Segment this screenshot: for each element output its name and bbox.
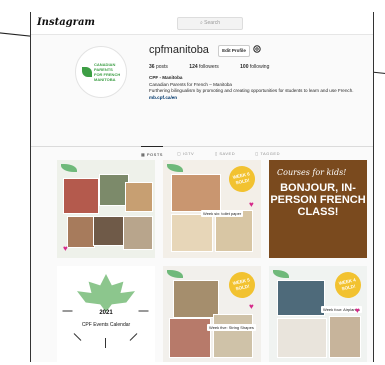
heart-icon: ♥ — [249, 200, 254, 209]
photo — [213, 314, 253, 358]
photo — [171, 174, 221, 212]
profile-bio: CPF - Manitoba Canadian Parents for Fren… — [149, 75, 364, 101]
search-placeholder: Search — [204, 20, 221, 26]
heart-icon: ♥ — [249, 302, 254, 311]
bio-line-1: Canadian Parents for French – Manitoba — [149, 81, 232, 87]
tab-tagged[interactable]: ◻ TAGGED — [255, 151, 280, 156]
post-thumbnail[interactable]: WEEK 4 SOLD! Week four: Airplanes ♥ — [269, 266, 367, 362]
photo — [93, 216, 125, 246]
profile-display-name: CPF - Manitoba — [149, 75, 183, 80]
photo — [123, 216, 153, 250]
bio-line-2: Furthering bilingualism by promoting and… — [149, 88, 354, 94]
heart-icon: ♥ — [63, 244, 68, 253]
clock-tick — [105, 338, 106, 348]
clock-tick — [138, 310, 149, 312]
profile-link[interactable]: mb.cpf.ca/en — [149, 95, 364, 102]
photo — [169, 318, 211, 358]
maple-leaf-icon — [77, 274, 135, 312]
photo — [171, 214, 213, 252]
tab-igtv[interactable]: ▢ IGTV — [177, 151, 194, 156]
photo — [125, 182, 153, 212]
leaf-decoration-icon — [167, 270, 183, 278]
profile-username: cpfmanitoba — [149, 44, 209, 56]
photo — [173, 280, 219, 318]
photo — [277, 318, 327, 358]
post-thumbnail[interactable]: 2021 CPF Events Calendar — [57, 266, 155, 362]
photo — [63, 178, 99, 214]
leaf-decoration-icon — [167, 164, 183, 172]
clock-tick — [73, 333, 82, 341]
post-thumbnail[interactable]: ♥ — [57, 160, 155, 258]
posts-stat: 36 posts — [149, 64, 168, 70]
leaf-decoration-icon — [273, 270, 289, 278]
post-thumbnail[interactable]: Courses for kids! BONJOUR, IN-PERSON FRE… — [269, 160, 367, 258]
week-badge: WEEK 4 SOLD! — [332, 269, 364, 301]
search-input[interactable]: ⌕ Search — [177, 17, 243, 30]
photo — [67, 216, 95, 248]
profile-stats: 36 posts 124 followers 100 following — [149, 64, 289, 70]
post-thumbnail[interactable]: WEEK 5 SOLD! Week five: String Shapes ♥ — [163, 266, 261, 362]
avatar-brand-text: CANADIAN PARENTS FOR FRENCH MANITOBA — [94, 62, 121, 82]
photo — [277, 280, 325, 316]
post-calendar-title: CPF Events Calendar — [81, 322, 131, 328]
post-script-text: Courses for kids! — [277, 168, 347, 177]
clock-tick — [62, 310, 73, 312]
clock-tick — [129, 333, 138, 341]
tab-posts[interactable]: ▦ POSTS — [141, 146, 163, 157]
tab-saved[interactable]: ▯ SAVED — [215, 151, 235, 156]
avatar[interactable]: CANADIAN PARENTS FOR FRENCH MANITOBA — [75, 46, 127, 98]
edit-profile-button[interactable]: Edit Profile — [218, 45, 250, 57]
week-badge: WEEK 5 SOLD! — [226, 269, 258, 301]
gear-icon[interactable] — [252, 44, 262, 54]
post-caption-box: Week six: toilet paper — [201, 210, 244, 217]
profile-tabs: ▦ POSTS ▢ IGTV ▯ SAVED ◻ TAGGED — [31, 146, 373, 159]
instagram-window: Instagram ⌕ Search CANADIAN PARENTS FOR … — [30, 12, 374, 362]
post-thumbnail[interactable]: WEEK 6 SOLD! Week six: toilet paper ♥ — [163, 160, 261, 258]
followers-stat[interactable]: 124 followers — [189, 64, 228, 70]
photo — [329, 316, 361, 358]
heart-icon: ♥ — [355, 306, 360, 315]
following-stat[interactable]: 100 following — [240, 64, 279, 70]
post-caption-box: Week five: String Shapes — [207, 324, 256, 331]
leaf-decoration-icon — [61, 164, 77, 172]
instagram-logo[interactable]: Instagram — [37, 17, 95, 28]
post-headline: BONJOUR, IN-PERSON FRENCH CLASS! — [270, 182, 366, 218]
profile-header: CANADIAN PARENTS FOR FRENCH MANITOBA cpf… — [31, 34, 373, 146]
leaf-icon — [82, 67, 92, 77]
week-badge: WEEK 6 SOLD! — [226, 163, 258, 195]
top-bar: Instagram ⌕ Search — [31, 12, 373, 35]
